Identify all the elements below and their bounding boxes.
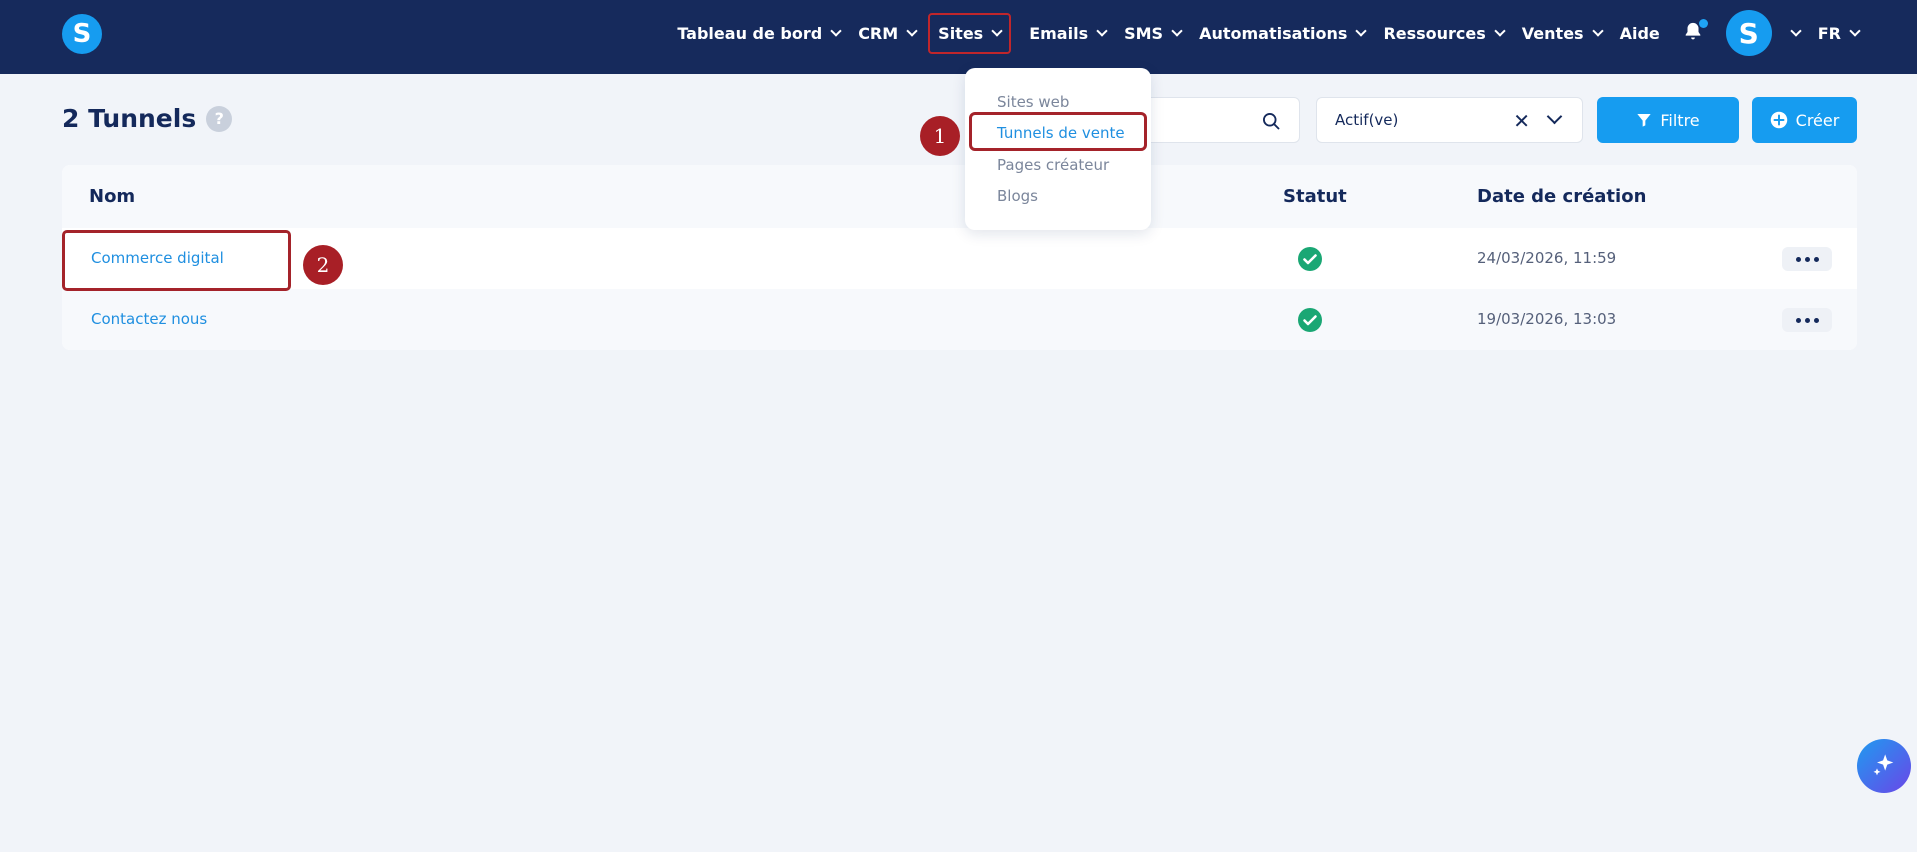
ai-assistant-button[interactable] xyxy=(1857,739,1911,793)
column-header-statut[interactable]: Statut xyxy=(1283,186,1347,207)
chevron-down-icon xyxy=(1790,24,1802,37)
notification-dot xyxy=(1698,19,1708,28)
nav-aide[interactable]: Aide xyxy=(1620,24,1660,43)
chevron-down-icon xyxy=(906,24,918,37)
annotation-highlight-box xyxy=(62,230,291,291)
table-header: Nom Statut Date de création xyxy=(62,165,1857,228)
account-menu-toggle[interactable] xyxy=(1782,24,1802,37)
filter-label: Filtre xyxy=(1660,110,1700,130)
dropdown-item-pages-createur[interactable]: Pages créateur xyxy=(997,156,1109,174)
search-icon[interactable] xyxy=(1261,111,1281,131)
nav-tableau-de-bord[interactable]: Tableau de bord xyxy=(677,23,842,43)
sparkle-icon xyxy=(1873,754,1894,776)
create-button[interactable]: Créer xyxy=(1752,97,1857,143)
nav-crm[interactable]: CRM xyxy=(858,23,918,43)
filter-button[interactable]: Filtre xyxy=(1597,97,1739,143)
column-header-date[interactable]: Date de création xyxy=(1477,186,1646,207)
annotation-highlight-box xyxy=(969,112,1147,151)
top-navbar: S Tableau de bord CRM Sites Emails SMS A… xyxy=(0,0,1917,74)
status-filter-select[interactable]: Actif(ve) ✕ xyxy=(1316,97,1583,143)
nav-label: Sites xyxy=(938,23,984,43)
sites-dropdown-menu: Sites web Tunnels de vente Pages créateu… xyxy=(965,68,1151,230)
row-actions-button[interactable] xyxy=(1782,247,1832,271)
chevron-down-icon xyxy=(1355,24,1368,37)
nav-label: Ressources xyxy=(1383,23,1486,43)
status-active-icon xyxy=(1298,247,1322,271)
nav-sms[interactable]: SMS xyxy=(1124,23,1183,43)
logo-letter: S xyxy=(72,19,92,49)
status-active-icon xyxy=(1298,308,1322,332)
nav-label: Ventes xyxy=(1521,23,1584,43)
nav-emails[interactable]: Emails xyxy=(1029,23,1108,43)
status-filter-value: Actif(ve) xyxy=(1335,111,1399,129)
nav-label: Aide xyxy=(1619,23,1660,43)
clear-icon[interactable]: ✕ xyxy=(1513,109,1530,133)
chevron-down-icon xyxy=(1494,24,1506,37)
nav-sites[interactable]: Sites xyxy=(928,12,1012,54)
nav-label: Emails xyxy=(1029,23,1089,43)
dropdown-item-sites-web[interactable]: Sites web xyxy=(997,93,1069,111)
app-logo[interactable]: S xyxy=(62,14,102,54)
language-label: FR xyxy=(1817,23,1841,43)
help-glyph: ? xyxy=(214,109,224,128)
language-selector[interactable]: FR xyxy=(1817,23,1861,43)
filter-icon xyxy=(1637,114,1652,127)
column-header-nom[interactable]: Nom xyxy=(89,186,135,207)
row-actions-button[interactable] xyxy=(1782,308,1832,332)
chevron-down-icon[interactable] xyxy=(1546,108,1563,125)
nav-ressources[interactable]: Ressources xyxy=(1383,23,1506,43)
created-date: 19/03/2026, 13:03 xyxy=(1477,310,1617,328)
avatar-letter: S xyxy=(1738,16,1759,50)
plus-circle-icon xyxy=(1770,111,1787,129)
nav-label: Tableau de bord xyxy=(677,23,823,43)
nav-ventes[interactable]: Ventes xyxy=(1521,23,1604,43)
annotation-number: 1 xyxy=(933,124,947,148)
dropdown-item-blogs[interactable]: Blogs xyxy=(997,187,1038,205)
annotation-step-1: 1 xyxy=(920,116,960,156)
nav-automatisations[interactable]: Automatisations xyxy=(1199,23,1368,43)
nav-label: SMS xyxy=(1124,23,1164,43)
annotation-step-2: 2 xyxy=(303,245,343,285)
chevron-down-icon xyxy=(1171,24,1183,37)
page-title-text: 2 Tunnels xyxy=(62,104,197,133)
chevron-down-icon xyxy=(1849,24,1861,37)
notifications-bell-icon[interactable] xyxy=(1682,19,1708,45)
main-nav: Tableau de bord CRM Sites Emails SMS Aut… xyxy=(659,0,1861,66)
nav-label: CRM xyxy=(858,23,899,43)
tunnel-name-link[interactable]: Contactez nous xyxy=(91,310,207,328)
user-avatar[interactable]: S xyxy=(1725,10,1772,56)
search-input[interactable] xyxy=(1141,110,1261,128)
nav-label: Automatisations xyxy=(1199,23,1348,43)
chevron-down-icon xyxy=(1591,24,1604,37)
table-row[interactable]: Contactez nous 19/03/2026, 13:03 xyxy=(62,289,1857,350)
create-label: Créer xyxy=(1795,110,1840,130)
annotation-number: 2 xyxy=(316,253,330,277)
page-title: 2 Tunnels ? xyxy=(62,104,233,133)
chevron-down-icon xyxy=(991,24,1003,37)
help-icon[interactable]: ? xyxy=(206,105,233,132)
chevron-down-icon xyxy=(1096,24,1108,37)
created-date: 24/03/2026, 11:59 xyxy=(1477,249,1617,267)
chevron-down-icon xyxy=(830,24,842,37)
